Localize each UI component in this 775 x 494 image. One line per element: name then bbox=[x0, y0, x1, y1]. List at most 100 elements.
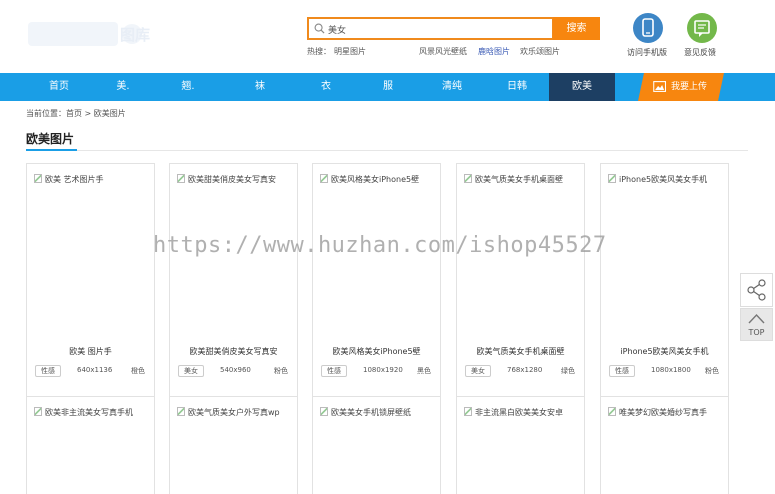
image-color: 黑色 bbox=[417, 367, 431, 375]
breadcrumb-prefix: 当前位置： bbox=[26, 109, 66, 118]
image-alt: 唯美梦幻欧美婚纱写真手 bbox=[619, 408, 707, 417]
broken-image-icon bbox=[34, 174, 42, 183]
broken-image-icon bbox=[608, 174, 616, 183]
title-divider bbox=[26, 150, 748, 151]
nav-item-uniform[interactable]: 服 bbox=[355, 73, 421, 101]
image-card[interactable]: 欧美气质美女手机桌面壁 欧美气质美女手机桌面壁 美女 768x1280 绿色 bbox=[456, 163, 585, 411]
broken-image-icon bbox=[320, 407, 328, 416]
image-placeholder[interactable]: 唯美梦幻欧美婚纱写真手 bbox=[608, 407, 726, 421]
card-title[interactable]: 欧美甜美俏皮美女写真安 bbox=[170, 346, 297, 357]
upload-button[interactable]: 我要上传 bbox=[638, 73, 724, 101]
image-color: 粉色 bbox=[705, 367, 719, 375]
image-alt: iPhone5欧美风美女手机 bbox=[619, 175, 708, 184]
tag-badge[interactable]: 美女 bbox=[465, 365, 491, 377]
image-card[interactable]: 欧美气质美女户外写真wp bbox=[169, 396, 298, 494]
broken-image-icon bbox=[464, 174, 472, 183]
image-color: 橙色 bbox=[131, 367, 145, 375]
image-card[interactable]: iPhone5欧美风美女手机 iPhone5欧美风美女手机 性感 1080x18… bbox=[600, 163, 729, 411]
image-alt: 欧美气质美女手机桌面壁 bbox=[475, 175, 563, 184]
tag-badge[interactable]: 美女 bbox=[178, 365, 204, 377]
hot-item[interactable]: 欢乐颂图片 bbox=[520, 46, 560, 57]
image-alt: 欧美非主流美女写真手机 bbox=[45, 408, 133, 417]
breadcrumb-home[interactable]: 首页 bbox=[66, 109, 82, 118]
image-card[interactable]: 欧美非主流美女写真手机 bbox=[26, 396, 155, 494]
back-to-top-button[interactable]: TOP bbox=[740, 308, 773, 341]
image-color: 绿色 bbox=[561, 367, 575, 375]
image-color: 粉色 bbox=[274, 367, 288, 375]
logo-text: 图库 bbox=[120, 26, 151, 44]
image-card[interactable]: 欧美甜美俏皮美女写真安 欧美甜美俏皮美女写真安 美女 540x960 粉色 bbox=[169, 163, 298, 411]
image-alt: 欧美甜美俏皮美女写真安 bbox=[188, 175, 276, 184]
mobile-version-link[interactable]: 访问手机版 bbox=[627, 47, 667, 58]
image-placeholder[interactable]: 欧美 艺术图片手 bbox=[34, 174, 149, 188]
image-placeholder[interactable]: 欧美气质美女手机桌面壁 bbox=[464, 174, 579, 188]
breadcrumb: 当前位置：首页 > 欧美图片 bbox=[26, 108, 126, 119]
feedback-icon[interactable] bbox=[687, 13, 717, 43]
image-placeholder[interactable]: iPhone5欧美风美女手机 bbox=[608, 174, 723, 188]
card-meta: 性感 640x1136 橙色 bbox=[27, 365, 154, 379]
image-card[interactable]: 欧美 艺术图片手 欧美 图片手 性感 640x1136 橙色 bbox=[26, 163, 155, 411]
image-alt: 欧美气质美女户外写真wp bbox=[188, 408, 280, 417]
card-title[interactable]: iPhone5欧美风美女手机 bbox=[601, 346, 728, 357]
hot-label: 热搜： bbox=[307, 47, 331, 56]
image-card[interactable]: 非主流黑白欧美美女安卓 bbox=[456, 396, 585, 494]
image-placeholder[interactable]: 欧美甜美俏皮美女写真安 bbox=[177, 174, 292, 188]
image-size: 1080x1920 bbox=[363, 366, 403, 374]
image-alt: 欧美风格美女iPhone5壁 bbox=[331, 175, 420, 184]
image-alt: 欧美 艺术图片手 bbox=[45, 175, 104, 184]
title-underline bbox=[26, 149, 77, 151]
chevron-up-icon bbox=[748, 313, 765, 324]
card-meta: 美女 768x1280 绿色 bbox=[457, 365, 584, 379]
tag-badge[interactable]: 性感 bbox=[321, 365, 347, 377]
card-title[interactable]: 欧美风格美女iPhone5壁 bbox=[313, 346, 440, 357]
feedback-link[interactable]: 意见反馈 bbox=[684, 47, 716, 58]
search-button[interactable]: 搜索 bbox=[553, 17, 600, 40]
share-icon bbox=[747, 279, 766, 301]
share-button[interactable] bbox=[740, 273, 773, 307]
hot-item[interactable]: 明星图片 bbox=[334, 46, 366, 57]
image-placeholder[interactable]: 欧美美女手机锁屏壁纸 bbox=[320, 407, 438, 421]
nav-item-legs[interactable]: 翘. bbox=[155, 73, 221, 101]
image-size: 640x1136 bbox=[77, 366, 113, 374]
image-placeholder[interactable]: 欧美非主流美女写真手机 bbox=[34, 407, 152, 421]
card-meta: 性感 1080x1920 黑色 bbox=[313, 365, 440, 379]
nav-item-pure[interactable]: 清纯 bbox=[419, 73, 485, 101]
image-alt: 欧美美女手机锁屏壁纸 bbox=[331, 408, 411, 417]
nav-item-clothing[interactable]: 衣 bbox=[293, 73, 359, 101]
broken-image-icon bbox=[177, 407, 185, 416]
broken-image-icon bbox=[177, 174, 185, 183]
search-input[interactable] bbox=[328, 21, 548, 37]
card-meta: 性感 1080x1800 粉色 bbox=[601, 365, 728, 379]
broken-image-icon bbox=[608, 407, 616, 416]
hot-item[interactable]: 鹿晗图片 bbox=[478, 46, 510, 57]
nav-item-europe-america[interactable]: 欧美 bbox=[549, 73, 615, 101]
nav-item-home[interactable]: 首页 bbox=[26, 73, 92, 101]
image-size: 1080x1800 bbox=[651, 366, 691, 374]
image-card[interactable]: 唯美梦幻欧美婚纱写真手 bbox=[600, 396, 729, 494]
image-size: 540x960 bbox=[220, 366, 251, 374]
card-title[interactable]: 欧美 图片手 bbox=[27, 346, 154, 357]
hot-item[interactable]: 风景风光壁纸 bbox=[419, 46, 467, 57]
tag-badge[interactable]: 性感 bbox=[35, 365, 61, 377]
image-placeholder[interactable]: 非主流黑白欧美美女安卓 bbox=[464, 407, 582, 421]
image-placeholder[interactable]: 欧美气质美女户外写真wp bbox=[177, 407, 295, 421]
nav-item-beauty[interactable]: 美. bbox=[90, 73, 156, 101]
search-icon bbox=[314, 23, 325, 34]
phone-icon[interactable] bbox=[633, 13, 663, 43]
card-title[interactable]: 欧美气质美女手机桌面壁 bbox=[457, 346, 584, 357]
image-placeholder[interactable]: 欧美风格美女iPhone5壁 bbox=[320, 174, 435, 188]
broken-image-icon bbox=[320, 174, 328, 183]
image-card[interactable]: 欧美风格美女iPhone5壁 欧美风格美女iPhone5壁 性感 1080x19… bbox=[312, 163, 441, 411]
card-meta: 美女 540x960 粉色 bbox=[170, 365, 297, 379]
image-card[interactable]: 欧美美女手机锁屏壁纸 bbox=[312, 396, 441, 494]
nav-item-stockings[interactable]: 袜 bbox=[227, 73, 293, 101]
tag-badge[interactable]: 性感 bbox=[609, 365, 635, 377]
upload-label: 我要上传 bbox=[671, 82, 708, 92]
watermark-text: https://www.huzhan.com/ishop45527 bbox=[153, 233, 607, 258]
page-title: 欧美图片 bbox=[26, 132, 75, 146]
image-alt: 非主流黑白欧美美女安卓 bbox=[475, 408, 563, 417]
nav-item-japan-korea[interactable]: 日韩 bbox=[484, 73, 550, 101]
breadcrumb-sep: > bbox=[82, 109, 94, 118]
broken-image-icon bbox=[34, 407, 42, 416]
breadcrumb-current[interactable]: 欧美图片 bbox=[94, 109, 126, 118]
